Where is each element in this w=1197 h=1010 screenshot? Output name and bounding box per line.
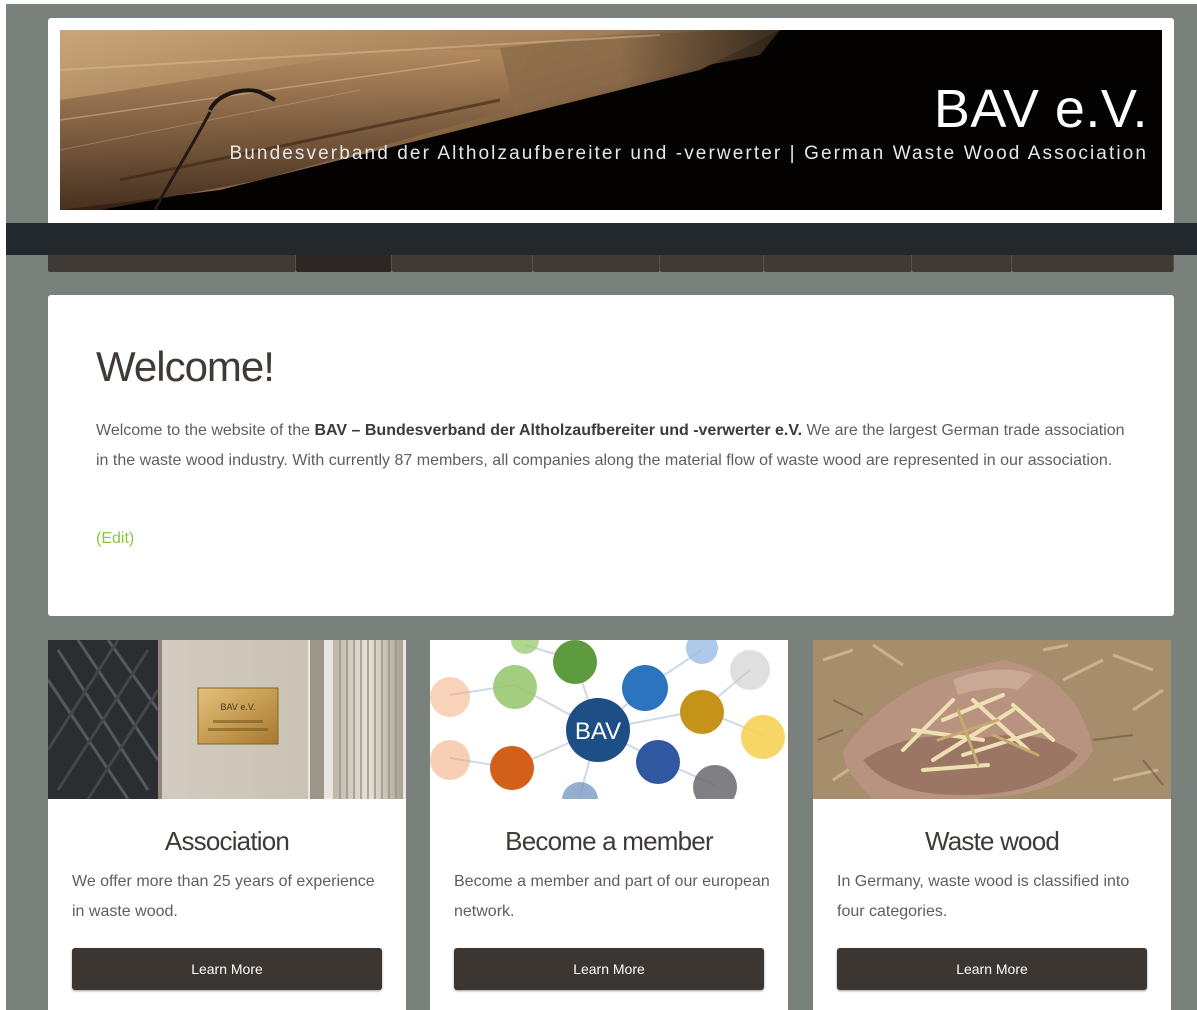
site-title[interactable]: BAV e.V.	[934, 78, 1148, 140]
nav-item-3[interactable]	[392, 255, 533, 272]
nav-item-2-active[interactable]	[296, 255, 392, 272]
nav-item-5[interactable]	[660, 255, 764, 272]
edit-link[interactable]: (Edit)	[96, 530, 134, 548]
member-image: BAV	[430, 640, 788, 799]
site-tagline: Bundesverband der Altholzaufbereiter und…	[229, 143, 1148, 164]
main-nav	[48, 255, 1174, 272]
association-image: BAV e.V.	[48, 640, 406, 799]
card-text: In Germany, waste wood is classified int…	[837, 873, 1130, 920]
card-title: Waste wood	[924, 826, 1060, 856]
header-banner[interactable]: BAV e.V. Bundesverband der Altholzaufber…	[60, 30, 1162, 210]
site-header: BAV e.V. Bundesverband der Altholzaufber…	[48, 18, 1174, 225]
welcome-heading: Welcome!	[96, 343, 275, 390]
card-association: BAV e.V. Association We offer more than …	[48, 640, 406, 1010]
learn-more-button[interactable]: Learn More	[837, 948, 1147, 990]
card-waste-wood: Waste wood In Germany, waste wood is cla…	[813, 640, 1171, 1010]
plaque-text: BAV e.V.	[220, 702, 255, 712]
card-title: Association	[164, 826, 290, 856]
welcome-paragraph: Welcome to the website of the BAV – Bund…	[96, 416, 1126, 475]
main-nav-bar	[6, 223, 1197, 255]
card-become-member: BAV Become a member Become a member and …	[430, 640, 788, 1010]
learn-more-button[interactable]: Learn More	[72, 948, 382, 990]
nav-item-7[interactable]	[912, 255, 1012, 272]
welcome-org-name: BAV – Bundesverband der Altholzaufbereit…	[314, 422, 803, 439]
hub-label: BAV	[575, 718, 621, 745]
waste-wood-image	[813, 640, 1171, 799]
wood-chips-illustration	[813, 640, 1171, 799]
card-text: We offer more than 25 years of experienc…	[72, 873, 375, 920]
card-title: Become a member	[505, 826, 713, 856]
page-frame: BAV e.V. Bundesverband der Altholzaufber…	[6, 4, 1197, 1010]
nav-item-6[interactable]	[764, 255, 912, 272]
learn-more-button[interactable]: Learn More	[454, 948, 764, 990]
network-illustration: BAV	[430, 640, 788, 799]
nav-item-8[interactable]	[1012, 255, 1174, 272]
card-text: Become a member and part of our european…	[454, 873, 770, 920]
nav-item-1[interactable]	[48, 255, 296, 272]
welcome-section: Welcome! Welcome to the website of the B…	[48, 295, 1174, 616]
welcome-intro: Welcome to the website of the	[96, 422, 315, 439]
building-plaque-illustration: BAV e.V.	[48, 640, 406, 799]
nav-item-4[interactable]	[533, 255, 660, 272]
